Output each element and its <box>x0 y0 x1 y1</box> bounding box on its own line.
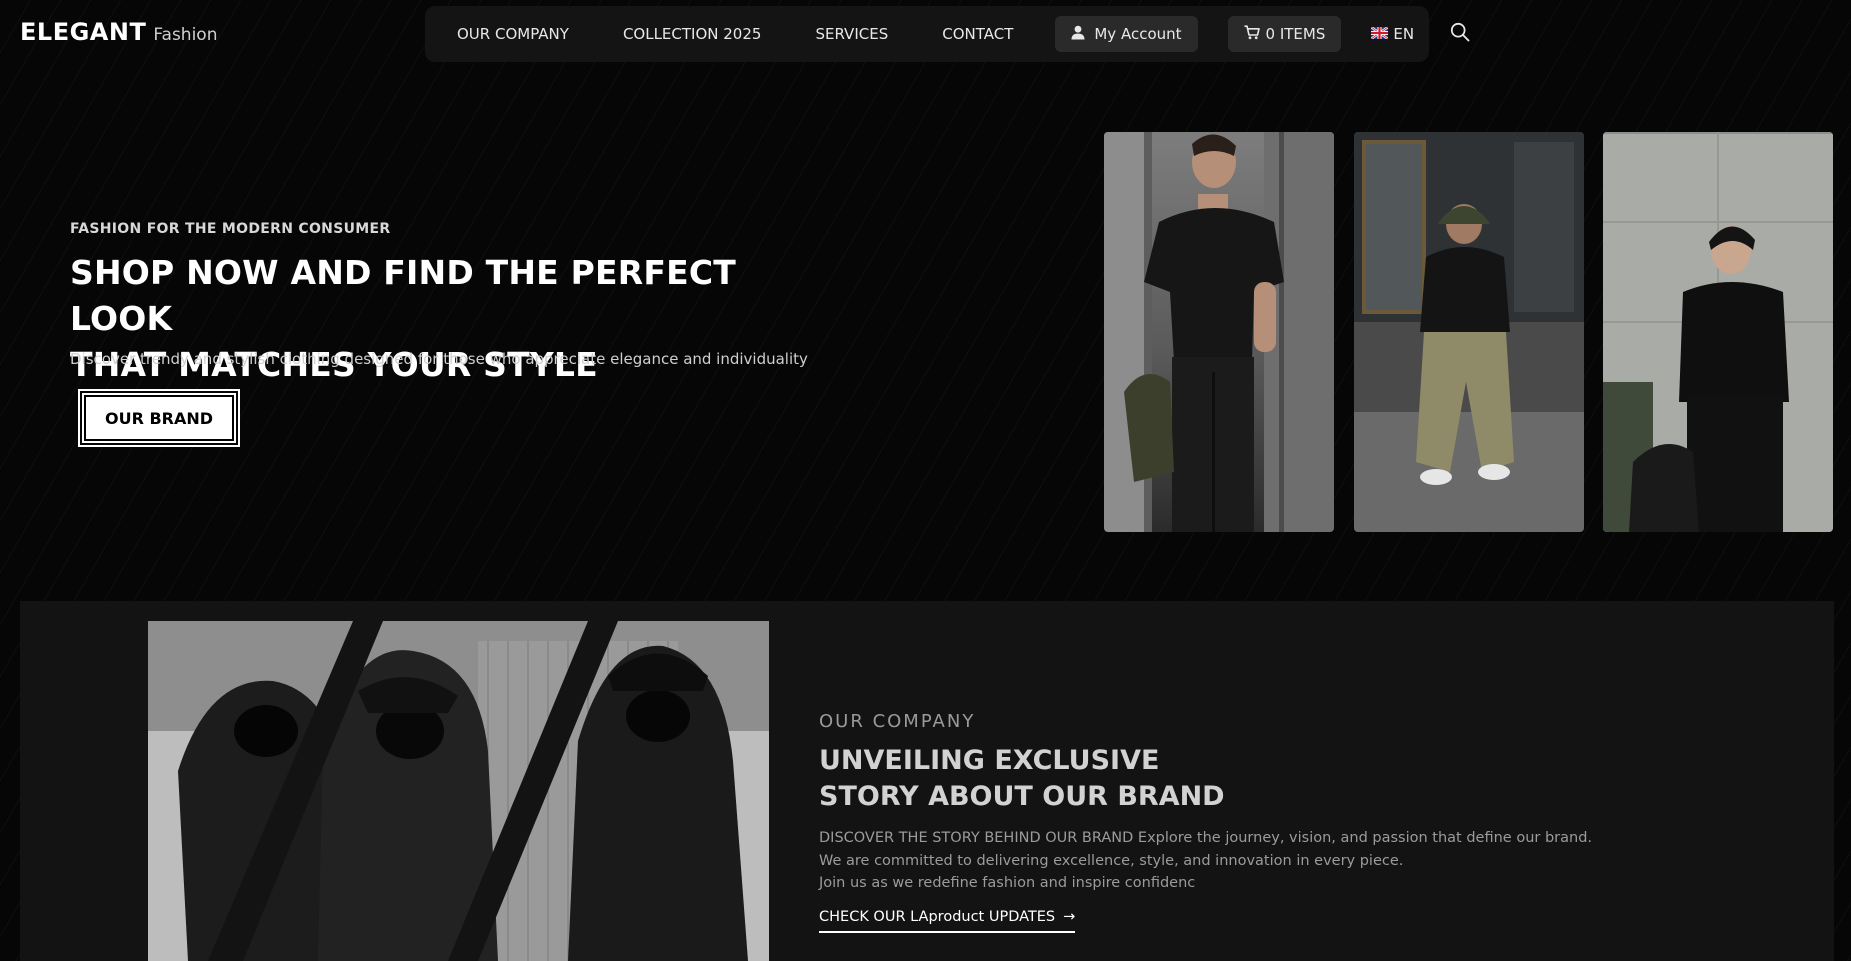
company-desc-line-1: DISCOVER THE STORY BEHIND OUR BRAND Expl… <box>819 830 1593 846</box>
hero-photo-3[interactable] <box>1603 132 1833 532</box>
nav-services[interactable]: SERVICES <box>815 25 888 43</box>
cart-count-label: 0 ITEMS <box>1265 25 1326 43</box>
search-icon <box>1450 22 1470 46</box>
company-desc-line-3: Join us as we redefine fashion and inspi… <box>819 875 1196 891</box>
company-eyebrow: OUR COMPANY <box>819 711 976 732</box>
my-account-label: My Account <box>1094 25 1182 43</box>
check-updates-label: CHECK OUR LAproduct UPDATES <box>819 909 1056 925</box>
company-title-line-2: STORY ABOUT OUR BRAND <box>819 781 1225 812</box>
main-navbar: OUR COMPANY COLLECTION 2025 SERVICES CON… <box>425 6 1470 62</box>
nav-our-company[interactable]: OUR COMPANY <box>457 25 569 43</box>
company-photo[interactable] <box>148 621 769 961</box>
logo-main-text: ELEGANT <box>20 18 147 46</box>
check-updates-link[interactable]: CHECK OUR LAproduct UPDATES → <box>819 909 1076 933</box>
arrow-right-icon: → <box>1063 909 1076 925</box>
hero-description: Discover trendy and stylish clothing des… <box>70 350 808 368</box>
uk-flag-icon <box>1370 25 1390 43</box>
cart-icon <box>1244 24 1260 44</box>
our-brand-button[interactable]: OUR BRAND <box>78 389 240 447</box>
logo[interactable]: ELEGANT Fashion <box>20 18 217 46</box>
user-icon <box>1071 25 1085 44</box>
company-section: OUR COMPANY UNVEILING EXCLUSIVE STORY AB… <box>20 601 1834 961</box>
language-selector[interactable]: EN <box>1370 25 1415 43</box>
hero-photo-1[interactable] <box>1104 132 1334 532</box>
language-label: EN <box>1393 25 1415 43</box>
my-account-button[interactable]: My Account <box>1055 16 1198 52</box>
company-title: UNVEILING EXCLUSIVE STORY ABOUT OUR BRAN… <box>819 743 1225 815</box>
company-description: DISCOVER THE STORY BEHIND OUR BRAND Expl… <box>819 827 1592 895</box>
company-desc-line-2: We are committed to delivering excellenc… <box>819 852 1404 869</box>
nav-collection-2025[interactable]: COLLECTION 2025 <box>623 25 762 43</box>
hero-title-line-1: SHOP NOW AND FIND THE PERFECT LOOK <box>70 253 736 338</box>
hero-eyebrow: FASHION FOR THE MODERN CONSUMER <box>70 221 391 237</box>
cart-button[interactable]: 0 ITEMS <box>1227 16 1342 52</box>
logo-sub-text: Fashion <box>153 25 218 45</box>
company-title-line-1: UNVEILING EXCLUSIVE <box>819 745 1160 776</box>
nav-contact[interactable]: CONTACT <box>942 25 1013 43</box>
hero-photo-2[interactable] <box>1354 132 1584 532</box>
search-button[interactable] <box>1450 22 1470 46</box>
